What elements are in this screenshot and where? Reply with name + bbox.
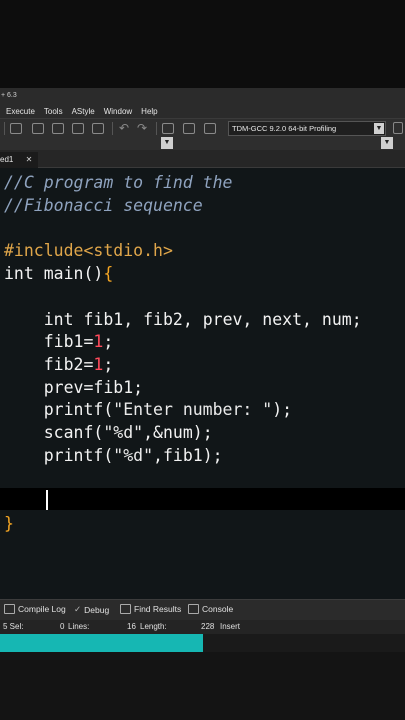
run-icon[interactable]	[32, 123, 44, 134]
compiler-options-icon[interactable]	[393, 122, 403, 134]
status-bar: 5 Sel: 0 Lines: 16 Length: 228 Insert	[0, 620, 405, 634]
tab-label: Debug	[84, 604, 110, 615]
chevron-down-icon: ▼	[374, 123, 384, 134]
menu-help[interactable]: Help	[135, 107, 160, 116]
menu-execute[interactable]: Execute	[0, 107, 38, 116]
tab-debug[interactable]: ✓ Debug	[74, 604, 109, 615]
status-mode: Insert	[220, 622, 241, 631]
code-line: #include<stdio.h>	[4, 241, 173, 260]
find-icon	[120, 604, 131, 614]
chevron-down-icon[interactable]: ▼	[161, 137, 173, 149]
console-icon	[188, 604, 199, 614]
code-line: prev=fib1;	[4, 378, 144, 397]
toolbar-separator	[4, 122, 5, 135]
editor-tab[interactable]: ed1 ✕	[0, 152, 39, 168]
progress-bar	[0, 634, 405, 652]
close-icon[interactable]: ✕	[26, 155, 33, 164]
active-line-highlight	[0, 488, 405, 510]
compile-log-icon	[4, 604, 15, 614]
tab-label: Compile Log	[18, 604, 66, 614]
progress-bar-fill	[0, 634, 203, 652]
rebuild-icon[interactable]	[72, 123, 84, 134]
tab-label: Find Results	[134, 604, 182, 614]
tab-label: Console	[202, 604, 234, 614]
tab-console[interactable]: Console	[188, 604, 233, 614]
status-sel-label: 5 Sel:	[3, 622, 24, 631]
compiler-select-value: TDM-GCC 9.2.0 64-bit Profiling	[232, 124, 337, 133]
unindent-icon[interactable]	[183, 123, 195, 134]
status-length-label: Length:	[140, 622, 167, 631]
editor-tab-bar: ed1 ✕	[0, 150, 405, 168]
code-line: fib1=1;	[4, 332, 114, 351]
status-length-value: 228	[201, 622, 215, 631]
code-line: //Fibonacci sequence	[4, 196, 203, 215]
redo-icon[interactable]: ↷	[137, 121, 147, 135]
code-line: }	[4, 514, 14, 533]
compile-icon[interactable]	[10, 123, 22, 134]
toolbar-separator	[112, 122, 113, 135]
tab-compile-log[interactable]: Compile Log	[4, 604, 66, 614]
code-line: int main(){	[4, 264, 114, 283]
checkmark-icon: ✓	[74, 604, 82, 614]
tab-label: ed1	[0, 155, 14, 164]
status-lines-label: Lines:	[68, 622, 90, 631]
menu-tools[interactable]: Tools	[38, 107, 66, 116]
chevron-down-icon[interactable]: ▼	[381, 137, 393, 149]
undo-icon[interactable]: ↶	[119, 121, 129, 135]
code-editor[interactable]: //C program to find the //Fibonacci seque…	[0, 168, 405, 599]
indent-icon[interactable]	[162, 123, 174, 134]
code-line: printf("%d",fib1);	[4, 446, 223, 465]
text-cursor	[46, 490, 48, 510]
code-line: fib2=1;	[4, 355, 114, 374]
status-sel-value: 0	[60, 622, 65, 631]
compile-run-icon[interactable]	[52, 123, 64, 134]
status-lines-value: 16	[127, 622, 136, 631]
debug-icon[interactable]	[92, 123, 104, 134]
code-line: int fib1, fib2, prev, next, num;	[4, 310, 362, 329]
video-bottom-bar	[0, 652, 405, 720]
window-title: + 6.3	[0, 88, 405, 104]
toolbar-separator	[156, 122, 157, 135]
menu-bar: Execute Tools AStyle Window Help	[0, 104, 405, 118]
compiler-select[interactable]: TDM-GCC 9.2.0 64-bit Profiling ▼	[228, 121, 386, 136]
menu-astyle[interactable]: AStyle	[66, 107, 98, 116]
code-line: //C program to find the	[4, 173, 233, 192]
bottom-panel-tabs: Compile Log ✓ Debug Find Results Console	[0, 599, 405, 620]
bookmark-icon[interactable]	[204, 123, 216, 134]
code-line: scanf("%d",&num);	[4, 423, 213, 442]
toolbar: ↶ ↷ TDM-GCC 9.2.0 64-bit Profiling ▼ ▼ ▼	[0, 118, 405, 150]
menu-window[interactable]: Window	[98, 107, 135, 116]
code-line: printf("Enter number: ");	[4, 400, 293, 419]
tab-find-results[interactable]: Find Results	[120, 604, 181, 614]
video-top-bar	[0, 0, 405, 88]
